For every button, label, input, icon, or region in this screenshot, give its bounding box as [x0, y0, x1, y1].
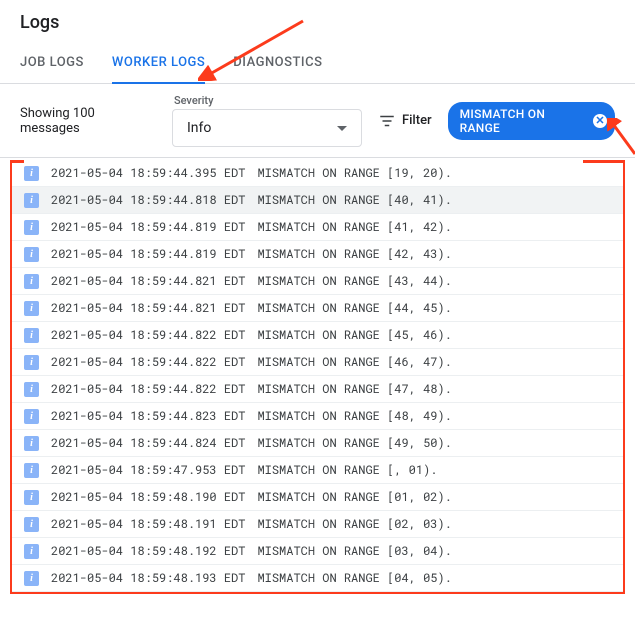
- log-row[interactable]: i 2021-05-04 18:59:44.395 EDT MISMATCH ON …: [12, 160, 623, 187]
- info-icon: i: [24, 301, 39, 316]
- controls-bar: Showing 100 messages Severity Info Filte…: [0, 84, 635, 158]
- log-row[interactable]: i 2021-05-04 18:59:44.818 EDT MISMATCH ON …: [12, 187, 623, 214]
- log-row[interactable]: i 2021-05-04 18:59:48.193 EDT MISMATCH ON …: [12, 565, 623, 592]
- message-count: Showing 100 messages: [20, 106, 156, 136]
- log-timestamp: 2021-05-04 18:59:48.193 EDT: [51, 570, 245, 586]
- log-message: MISMATCH ON RANGE [02, 03).: [257, 516, 451, 532]
- info-icon: i: [24, 247, 39, 262]
- log-timestamp: 2021-05-04 18:59:44.823 EDT: [51, 408, 245, 424]
- filter-icon: [378, 112, 396, 130]
- log-message: MISMATCH ON RANGE [41, 42).: [257, 219, 451, 235]
- info-icon: i: [24, 355, 39, 370]
- log-row[interactable]: i 2021-05-04 18:59:44.822 EDT MISMATCH ON …: [12, 349, 623, 376]
- info-icon: i: [24, 517, 39, 532]
- header: Logs: [0, 0, 635, 41]
- log-message: MISMATCH ON RANGE [48, 49).: [257, 408, 451, 424]
- log-timestamp: 2021-05-04 18:59:44.822 EDT: [51, 354, 245, 370]
- log-timestamp: 2021-05-04 18:59:48.190 EDT: [51, 489, 245, 505]
- filter-button[interactable]: Filter: [378, 112, 432, 130]
- log-row[interactable]: i 2021-05-04 18:59:48.192 EDT MISMATCH ON …: [12, 538, 623, 565]
- log-message: MISMATCH ON RANGE [, 01).: [257, 462, 437, 478]
- log-row[interactable]: i 2021-05-04 18:59:44.823 EDT MISMATCH ON …: [12, 403, 623, 430]
- log-row[interactable]: i 2021-05-04 18:59:47.953 EDT MISMATCH ON …: [12, 457, 623, 484]
- log-message: MISMATCH ON RANGE [44, 45).: [257, 300, 451, 316]
- info-icon: i: [24, 571, 39, 586]
- log-message: MISMATCH ON RANGE [49, 50).: [257, 435, 451, 451]
- log-message: MISMATCH ON RANGE [01, 02).: [257, 489, 451, 505]
- log-message: MISMATCH ON RANGE [46, 47).: [257, 354, 451, 370]
- filter-label: Filter: [402, 113, 432, 128]
- log-timestamp: 2021-05-04 18:59:44.821 EDT: [51, 273, 245, 289]
- severity-label: Severity: [172, 94, 362, 107]
- log-message: MISMATCH ON RANGE [04, 05).: [257, 570, 451, 586]
- info-icon: i: [24, 274, 39, 289]
- log-message: MISMATCH ON RANGE [19, 20).: [257, 165, 451, 181]
- log-row[interactable]: i 2021-05-04 18:59:48.190 EDT MISMATCH ON …: [12, 484, 623, 511]
- log-list: i 2021-05-04 18:59:44.395 EDT MISMATCH ON …: [10, 160, 625, 594]
- info-icon: i: [24, 220, 39, 235]
- log-timestamp: 2021-05-04 18:59:44.821 EDT: [51, 300, 245, 316]
- info-icon: i: [24, 166, 39, 181]
- info-icon: i: [24, 409, 39, 424]
- chevron-down-icon: [337, 126, 347, 131]
- log-timestamp: 2021-05-04 18:59:47.953 EDT: [51, 462, 245, 478]
- info-icon: i: [24, 544, 39, 559]
- info-icon: i: [24, 490, 39, 505]
- filter-chip[interactable]: MISMATCH ON RANGE ✕: [448, 102, 615, 140]
- log-message: MISMATCH ON RANGE [03, 04).: [257, 543, 451, 559]
- log-timestamp: 2021-05-04 18:59:44.822 EDT: [51, 327, 245, 343]
- log-row[interactable]: i 2021-05-04 18:59:44.821 EDT MISMATCH ON …: [12, 268, 623, 295]
- tab-job-logs[interactable]: JOB LOGS: [20, 41, 84, 84]
- log-timestamp: 2021-05-04 18:59:44.819 EDT: [51, 246, 245, 262]
- log-row[interactable]: i 2021-05-04 18:59:44.819 EDT MISMATCH ON …: [12, 214, 623, 241]
- log-row[interactable]: i 2021-05-04 18:59:44.821 EDT MISMATCH ON …: [12, 295, 623, 322]
- log-row[interactable]: i 2021-05-04 18:59:44.819 EDT MISMATCH ON …: [12, 241, 623, 268]
- log-timestamp: 2021-05-04 18:59:44.395 EDT: [51, 165, 245, 181]
- log-message: MISMATCH ON RANGE [47, 48).: [257, 381, 451, 397]
- tab-diagnostics[interactable]: DIAGNOSTICS: [233, 41, 322, 84]
- log-message: MISMATCH ON RANGE [45, 46).: [257, 327, 451, 343]
- log-message: MISMATCH ON RANGE [43, 44).: [257, 273, 451, 289]
- log-timestamp: 2021-05-04 18:59:44.822 EDT: [51, 381, 245, 397]
- info-icon: i: [24, 328, 39, 343]
- severity-select[interactable]: Info: [172, 109, 362, 147]
- info-icon: i: [24, 193, 39, 208]
- log-row[interactable]: i 2021-05-04 18:59:44.822 EDT MISMATCH ON …: [12, 322, 623, 349]
- tabs: JOB LOGS WORKER LOGS DIAGNOSTICS: [0, 41, 635, 84]
- log-row[interactable]: i 2021-05-04 18:59:48.191 EDT MISMATCH ON …: [12, 511, 623, 538]
- log-row[interactable]: i 2021-05-04 18:59:44.822 EDT MISMATCH ON …: [12, 376, 623, 403]
- log-message: MISMATCH ON RANGE [40, 41).: [257, 192, 451, 208]
- log-timestamp: 2021-05-04 18:59:44.824 EDT: [51, 435, 245, 451]
- severity-value: Info: [187, 120, 211, 136]
- log-timestamp: 2021-05-04 18:59:44.818 EDT: [51, 192, 245, 208]
- log-row[interactable]: i 2021-05-04 18:59:44.824 EDT MISMATCH ON …: [12, 430, 623, 457]
- severity-field: Severity Info: [172, 94, 362, 147]
- filter-chip-label: MISMATCH ON RANGE: [460, 107, 588, 135]
- info-icon: i: [24, 382, 39, 397]
- log-timestamp: 2021-05-04 18:59:44.819 EDT: [51, 219, 245, 235]
- info-icon: i: [24, 436, 39, 451]
- log-timestamp: 2021-05-04 18:59:48.191 EDT: [51, 516, 245, 532]
- log-timestamp: 2021-05-04 18:59:48.192 EDT: [51, 543, 245, 559]
- page-title: Logs: [20, 12, 615, 33]
- tab-worker-logs[interactable]: WORKER LOGS: [112, 41, 205, 84]
- log-message: MISMATCH ON RANGE [42, 43).: [257, 246, 451, 262]
- info-icon: i: [24, 463, 39, 478]
- close-icon[interactable]: ✕: [593, 114, 607, 128]
